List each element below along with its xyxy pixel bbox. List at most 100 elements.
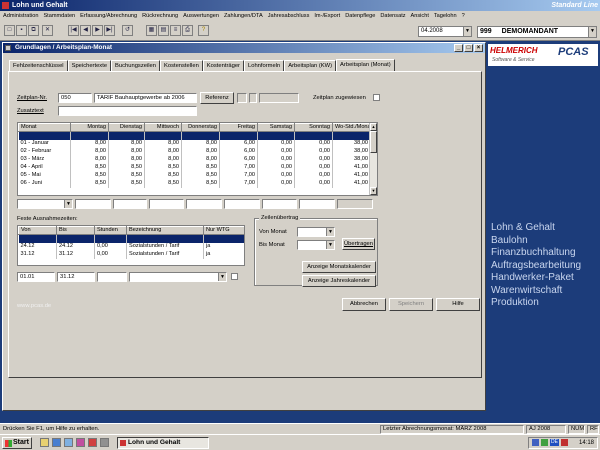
help-icon[interactable]: ? — [198, 25, 209, 36]
sonntag-input[interactable] — [299, 199, 335, 209]
copy-icon[interactable]: ⧉ — [28, 25, 39, 36]
clock[interactable]: 14:18 — [579, 440, 594, 446]
menu-erfassung[interactable]: Erfassung/Abrechnung — [80, 13, 137, 19]
von-monat-select[interactable]: ▼ — [297, 227, 335, 237]
print-icon[interactable]: ⎙ — [182, 25, 193, 36]
monatskalender-button[interactable]: Anzeige Monatskalender — [302, 261, 376, 273]
tool-icon[interactable] — [100, 438, 109, 447]
ausnahme-bezeichnung-select[interactable]: ▼ — [129, 272, 227, 282]
table-row[interactable]: 03 - März 8,00 8,00 8,00 8,00 6,00 0,00 0,00 38,… — [18, 155, 371, 164]
last-record-icon[interactable]: ▶| — [104, 25, 115, 36]
col-sonntag[interactable]: Sonntag — [294, 123, 333, 132]
tab-lohnformeln[interactable]: Lohnformeln — [244, 60, 285, 71]
table-row[interactable]: 04 - April 8,50 8,50 8,50 8,50 7,00 0,00 0,00 41… — [18, 163, 371, 172]
menu-datensatz[interactable]: Datensatz — [380, 13, 405, 19]
tab-speichertexte[interactable]: Speichertexte — [67, 60, 112, 71]
previous-record-icon[interactable]: ◀ — [80, 25, 91, 36]
menu-import-export[interactable]: Im-/Export — [314, 13, 340, 19]
close-icon[interactable]: × — [474, 44, 483, 52]
table-row[interactable]: 01 - Januar 8,00 8,00 8,00 8,00 6,00 0,00 0,00 3… — [18, 139, 371, 148]
ausnahme-von-input[interactable]: 01.01 — [17, 272, 55, 282]
col-mittwoch[interactable]: Mittwoch — [144, 123, 182, 132]
tab-buchungszeilen[interactable]: Buchungszeilen — [111, 60, 160, 71]
col-nur-wtg[interactable]: Nur WTG — [203, 226, 244, 235]
monat-input[interactable]: ▼ — [17, 199, 73, 209]
taskbar-lohn-und-gehalt[interactable]: Lohn und Gehalt — [117, 437, 209, 449]
mittwoch-input[interactable] — [149, 199, 184, 209]
chevron-down-icon[interactable]: ▼ — [218, 273, 226, 281]
first-record-icon[interactable]: |◀ — [68, 25, 79, 36]
col-stunden[interactable]: Stunden — [94, 226, 127, 235]
col-monat[interactable]: Monat — [18, 123, 71, 132]
tab-kostenstellen[interactable]: Kostenstellen — [159, 60, 203, 71]
tab-kostentraeger[interactable]: Kostenträger — [202, 60, 244, 71]
col-von[interactable]: Von — [18, 226, 57, 235]
period-date-select[interactable]: 04.2008 ▼ — [418, 26, 472, 37]
table-row-selected[interactable] — [18, 131, 371, 140]
menu-stammdaten[interactable]: Stammdaten — [43, 13, 75, 19]
chevron-down-icon[interactable]: ▼ — [588, 27, 596, 37]
next-record-icon[interactable]: ▶ — [92, 25, 103, 36]
calculator-icon[interactable]: ▦ — [146, 25, 157, 36]
menu-tagelohn[interactable]: Tagelohn — [434, 13, 457, 19]
bis-monat-select[interactable]: ▼ — [297, 240, 335, 250]
tab-arbeitsplan-kw[interactable]: Arbeitsplan (KW) — [284, 60, 337, 71]
col-wo-std-monat[interactable]: Wo-Std./Monat — [332, 123, 371, 132]
chevron-down-icon[interactable]: ▼ — [326, 241, 334, 249]
hilfe-button[interactable]: Hilfe — [436, 298, 480, 311]
table-row[interactable]: 02 - Februar 8,00 8,00 8,00 8,00 6,00 0,00 0,00… — [18, 147, 371, 156]
col-bezeichnung[interactable]: Bezeichnung — [126, 226, 204, 235]
minimize-icon[interactable]: _ — [454, 44, 463, 52]
col-bis[interactable]: Bis — [56, 226, 95, 235]
grid-scrollbar[interactable]: ▲ ▼ — [369, 123, 377, 195]
table-row-selected[interactable] — [18, 234, 244, 243]
delete-icon[interactable]: ✕ — [42, 25, 53, 36]
samstag-input[interactable] — [262, 199, 297, 209]
browser-icon[interactable] — [52, 438, 61, 447]
scroll-up-icon[interactable]: ▲ — [370, 123, 377, 131]
menu-zahlungen[interactable]: Zahlungen/DTA — [224, 13, 263, 19]
donnerstag-input[interactable] — [186, 199, 222, 209]
menu-jahresabschluss[interactable]: Jahresabschluss — [268, 13, 310, 19]
list-icon[interactable]: ≡ — [170, 25, 181, 36]
zugewiesen-checkbox[interactable] — [373, 94, 380, 101]
tab-arbeitsplan-monat[interactable]: Arbeitsplan (Monat) — [336, 59, 395, 71]
ausnahme-stunden-input[interactable] — [97, 272, 127, 282]
nur-wtg-checkbox[interactable] — [231, 273, 238, 280]
language-icon[interactable]: DE — [550, 439, 559, 446]
speichern-button[interactable]: Speichern — [389, 298, 433, 311]
table-row[interactable]: 31.12 31.12 0,00 Sozialstunden / Tarif ja — [18, 250, 244, 259]
menu-help[interactable]: ? — [462, 13, 465, 19]
menu-auswertungen[interactable]: Auswertungen — [183, 13, 219, 19]
table-row[interactable]: 06 - Juni 8,50 8,50 8,50 8,50 7,00 0,00 0,00 41,… — [18, 179, 371, 188]
scroll-thumb[interactable] — [370, 131, 377, 153]
col-dienstag[interactable]: Dienstag — [108, 123, 145, 132]
menu-ansicht[interactable]: Ansicht — [411, 13, 429, 19]
col-donnerstag[interactable]: Donnerstag — [181, 123, 220, 132]
explorer-icon[interactable] — [40, 438, 49, 447]
menu-datenpflege[interactable]: Datenpflege — [345, 13, 375, 19]
montag-input[interactable] — [75, 199, 111, 209]
dienstag-input[interactable] — [113, 199, 147, 209]
table-row[interactable]: 24.12 24.12 0,00 Sozialstunden / Tarif ja — [18, 242, 244, 251]
referenz-button[interactable]: Referenz — [200, 92, 234, 104]
undo-icon[interactable]: ↺ — [122, 25, 133, 36]
tab-fehlzeitenschluessel[interactable]: Fehlzeitenschlüssel — [9, 60, 68, 71]
freitag-input[interactable] — [224, 199, 260, 209]
ausnahme-bis-input[interactable]: 31.12 — [57, 272, 95, 282]
grid-icon[interactable]: ▤ — [158, 25, 169, 36]
zeitplan-nr-field[interactable]: 050 — [58, 93, 92, 103]
chevron-down-icon[interactable]: ▼ — [326, 228, 334, 236]
save-icon[interactable]: ▪ — [16, 25, 27, 36]
menu-rueckrechnung[interactable]: Rückrechnung — [142, 13, 178, 19]
mandant-select[interactable]: 999 DEMOMANDANT ▼ — [477, 26, 597, 38]
new-icon[interactable]: □ — [4, 25, 15, 36]
jahreskalender-button[interactable]: Anzeige Jahreskalender — [302, 275, 376, 287]
scroll-down-icon[interactable]: ▼ — [370, 187, 377, 195]
zeitplan-name-field[interactable]: TARIF Bauhauptgewerbe ab 2006 — [94, 93, 197, 103]
network-icon[interactable] — [532, 439, 539, 446]
zusatztext-field[interactable] — [58, 106, 197, 116]
col-montag[interactable]: Montag — [70, 123, 109, 132]
chevron-down-icon[interactable]: ▼ — [64, 200, 72, 208]
menu-administration[interactable]: Administration — [3, 13, 38, 19]
